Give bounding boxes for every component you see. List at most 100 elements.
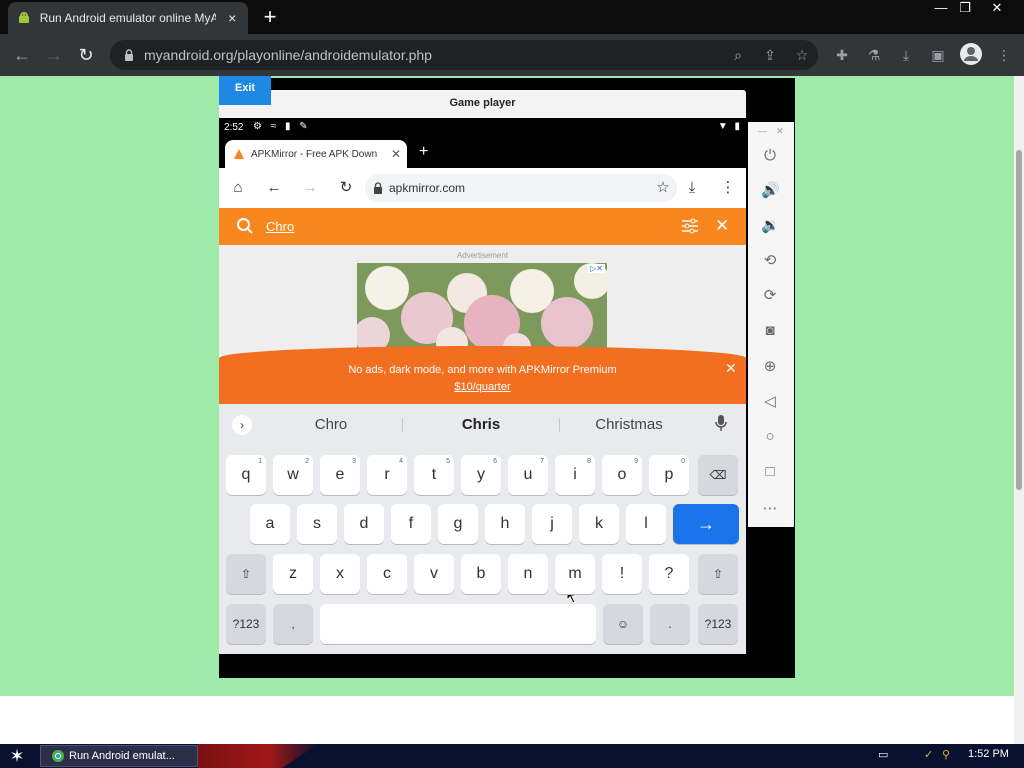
bookmark-star-icon[interactable]: ☆ (794, 47, 810, 63)
home-circle-icon[interactable]: ○ (761, 428, 779, 446)
android-close-tab-icon[interactable]: ✕ (391, 147, 401, 161)
close-window-button[interactable]: ✕ (982, 0, 1012, 18)
microphone-icon[interactable] (714, 414, 728, 432)
key-k[interactable]: k (579, 504, 619, 544)
panel-close-icon[interactable]: ✕ (776, 126, 784, 137)
android-bookmark-star-icon[interactable]: ☆ (654, 179, 672, 197)
scrollbar-thumb[interactable] (1016, 150, 1022, 490)
android-screen[interactable]: 2:52 ⚙ ≈ ▮ ✎ ▼ ▮ APKMirror - Free APK Do… (219, 118, 746, 654)
key-exclamation[interactable]: ! (602, 554, 642, 594)
rotate-left-icon[interactable]: ⟲ (761, 252, 779, 270)
overview-square-icon[interactable]: □ (761, 463, 779, 481)
key-z[interactable]: z (273, 554, 313, 594)
key-p[interactable]: p0 (649, 455, 689, 495)
search-query-text[interactable]: Chro (266, 219, 294, 234)
volume-down-icon[interactable]: 🔉 (761, 217, 780, 235)
key-question[interactable]: ? (649, 554, 689, 594)
download-icon[interactable]: ⤓ (898, 47, 914, 63)
key-y[interactable]: y6 (461, 455, 501, 495)
taskbar-item-browser[interactable]: Run Android emulat... (40, 745, 198, 767)
side-panel-icon[interactable]: ▣ (930, 47, 946, 63)
expand-suggestions-icon[interactable]: › (232, 415, 252, 435)
menu-kebab-icon[interactable]: ⋮ (996, 47, 1012, 63)
labs-flask-icon[interactable]: ⚗ (866, 47, 882, 63)
key-o[interactable]: o9 (602, 455, 642, 495)
forward-icon[interactable]: → (42, 43, 66, 67)
filter-settings-icon[interactable] (681, 218, 699, 234)
key-e[interactable]: e3 (320, 455, 360, 495)
key-i[interactable]: i8 (555, 455, 595, 495)
key-b[interactable]: b (461, 554, 501, 594)
search-tray-icon[interactable]: ⚲ (942, 748, 950, 761)
back-icon[interactable]: ← (10, 43, 34, 67)
profile-avatar-icon[interactable] (960, 43, 982, 65)
key-s[interactable]: s (297, 504, 337, 544)
emoji-key[interactable]: ☺ (603, 604, 643, 644)
symbols-key[interactable]: ?123 (226, 604, 266, 644)
android-reload-icon[interactable]: ↻ (337, 179, 355, 197)
exit-button[interactable]: Exit (219, 76, 271, 105)
keyboard-tray-icon[interactable]: ▭ (878, 748, 888, 761)
shift-right-key[interactable]: ⇧ (698, 554, 738, 594)
extensions-icon[interactable]: ✚ (834, 47, 850, 63)
volume-up-icon[interactable]: 🔊 (761, 182, 780, 200)
key-t[interactable]: t5 (414, 455, 454, 495)
promo-price-link[interactable]: $10/quarter (219, 381, 746, 393)
ad-banner-image[interactable]: ▷✕ (357, 263, 607, 349)
enter-key[interactable]: → (673, 504, 739, 544)
rotate-right-icon[interactable]: ⟳ (761, 287, 779, 305)
apk-search-bar[interactable]: Chro ✕ (219, 208, 746, 245)
more-options-icon[interactable]: ⋯ (761, 500, 779, 518)
zoom-in-icon[interactable]: ⊕ (761, 358, 779, 376)
share-icon[interactable]: ⇪ (762, 47, 778, 63)
key-x[interactable]: x (320, 554, 360, 594)
backspace-key[interactable]: ⌫ (698, 455, 738, 495)
close-tab-icon[interactable]: × (224, 10, 240, 26)
key-f[interactable]: f (391, 504, 431, 544)
android-address-bar[interactable]: apkmirror.com (365, 174, 677, 202)
network-tray-icon[interactable]: ✓ (924, 748, 933, 761)
key-h[interactable]: h (485, 504, 525, 544)
key-l[interactable]: l (626, 504, 666, 544)
power-icon[interactable]: ⏻ (761, 147, 779, 165)
start-button-icon[interactable]: ✶ (6, 746, 28, 766)
android-new-tab-button[interactable]: + (419, 143, 428, 161)
period-key[interactable]: . (650, 604, 690, 644)
suggestion-3[interactable]: Christmas (559, 416, 699, 433)
camera-screenshot-icon[interactable]: ◙ (761, 322, 779, 340)
android-browser-tab[interactable]: APKMirror - Free APK Down ✕ (225, 140, 407, 168)
comma-key[interactable]: , (273, 604, 313, 644)
symbols-key-right[interactable]: ?123 (698, 604, 738, 644)
address-bar[interactable]: myandroid.org/playonline/androidemulator… (110, 40, 818, 70)
suggestion-2[interactable]: Chris (411, 416, 551, 433)
search-clear-icon[interactable]: ✕ (715, 216, 729, 236)
android-forward-icon[interactable]: → (301, 179, 319, 197)
adchoices-icon[interactable]: ▷✕ (588, 264, 605, 273)
key-n[interactable]: n (508, 554, 548, 594)
key-w[interactable]: w2 (273, 455, 313, 495)
android-menu-icon[interactable]: ⋮ (719, 179, 737, 197)
key-v[interactable]: v (414, 554, 454, 594)
key-u[interactable]: u7 (508, 455, 548, 495)
key-q[interactable]: q1 (226, 455, 266, 495)
key-c[interactable]: c (367, 554, 407, 594)
android-download-icon[interactable]: ⤓ (683, 179, 701, 197)
promo-close-icon[interactable]: ✕ (725, 360, 737, 377)
key-g[interactable]: g (438, 504, 478, 544)
android-back-icon[interactable]: ← (265, 179, 283, 197)
new-tab-button[interactable]: + (258, 6, 282, 28)
browser-tab[interactable]: Run Android emulator online MyAndroid × (8, 2, 248, 34)
suggestion-1[interactable]: Chro (261, 416, 401, 433)
key-r[interactable]: r4 (367, 455, 407, 495)
shift-left-key[interactable]: ⇧ (226, 554, 266, 594)
key-m[interactable]: m (555, 554, 595, 594)
panel-minimize-icon[interactable]: — (758, 126, 767, 136)
reload-icon[interactable]: ↻ (74, 43, 98, 67)
key-a[interactable]: a (250, 504, 290, 544)
back-triangle-icon[interactable]: ◁ (761, 393, 779, 411)
home-icon[interactable]: ⌂ (229, 179, 247, 197)
restore-button[interactable]: ❐ (950, 0, 980, 18)
zoom-icon[interactable]: ⌕ (730, 47, 746, 63)
space-key[interactable] (320, 604, 596, 644)
key-j[interactable]: j (532, 504, 572, 544)
